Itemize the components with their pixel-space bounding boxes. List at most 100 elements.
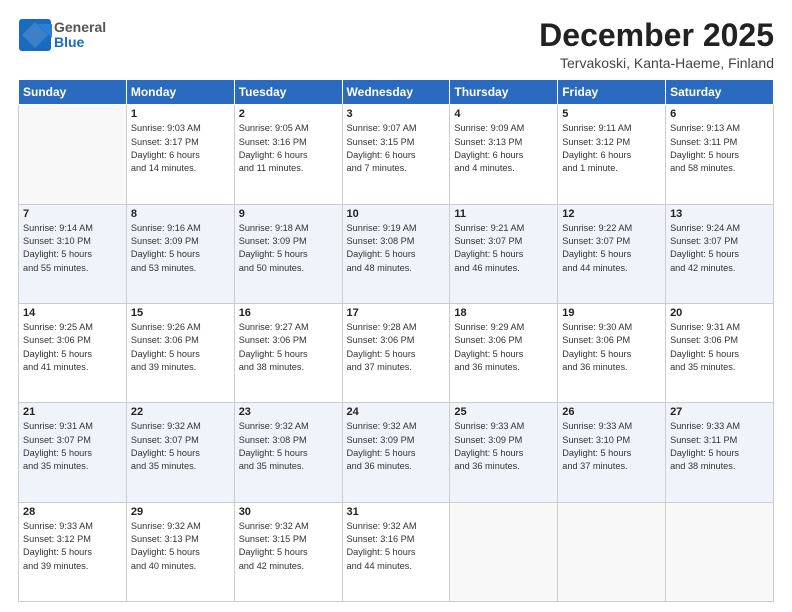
day-info: Sunrise: 9:32 AM Sunset: 3:08 PM Dayligh… (239, 420, 338, 473)
day-info: Sunrise: 9:33 AM Sunset: 3:10 PM Dayligh… (562, 420, 661, 473)
day-number: 21 (23, 406, 122, 418)
day-info: Sunrise: 9:25 AM Sunset: 3:06 PM Dayligh… (23, 321, 122, 374)
table-cell (558, 502, 666, 601)
day-number: 18 (454, 307, 553, 319)
day-number: 24 (347, 406, 446, 418)
day-info: Sunrise: 9:13 AM Sunset: 3:11 PM Dayligh… (670, 122, 769, 175)
col-monday: Monday (126, 80, 234, 105)
table-cell: 8 Sunrise: 9:16 AM Sunset: 3:09 PM Daylig… (126, 204, 234, 303)
page: General Blue December 2025 Tervakoski, K… (0, 0, 792, 612)
day-number: 6 (670, 108, 769, 120)
table-cell: 17 Sunrise: 9:28 AM Sunset: 3:06 PM Dayli… (342, 303, 450, 402)
table-cell: 13 Sunrise: 9:24 AM Sunset: 3:07 PM Dayli… (666, 204, 774, 303)
table-cell: 19 Sunrise: 9:30 AM Sunset: 3:06 PM Dayli… (558, 303, 666, 402)
day-info: Sunrise: 9:31 AM Sunset: 3:06 PM Dayligh… (670, 321, 769, 374)
day-number: 23 (239, 406, 338, 418)
table-cell: 14 Sunrise: 9:25 AM Sunset: 3:06 PM Dayli… (19, 303, 127, 402)
day-number: 31 (347, 506, 446, 518)
table-cell: 23 Sunrise: 9:32 AM Sunset: 3:08 PM Dayli… (234, 403, 342, 502)
day-number: 8 (131, 208, 230, 220)
table-cell: 28 Sunrise: 9:33 AM Sunset: 3:12 PM Dayli… (19, 502, 127, 601)
day-info: Sunrise: 9:21 AM Sunset: 3:07 PM Dayligh… (454, 222, 553, 275)
header: General Blue December 2025 Tervakoski, K… (18, 18, 774, 71)
table-cell: 3Sunrise: 9:07 AM Sunset: 3:15 PM Daylig… (342, 105, 450, 204)
table-cell: 24 Sunrise: 9:32 AM Sunset: 3:09 PM Dayli… (342, 403, 450, 502)
day-info: Sunrise: 9:32 AM Sunset: 3:16 PM Dayligh… (347, 520, 446, 573)
day-number: 19 (562, 307, 661, 319)
day-number: 1 (131, 108, 230, 120)
table-cell: 25 Sunrise: 9:33 AM Sunset: 3:09 PM Dayli… (450, 403, 558, 502)
day-info: Sunrise: 9:31 AM Sunset: 3:07 PM Dayligh… (23, 420, 122, 473)
table-cell: 30 Sunrise: 9:32 AM Sunset: 3:15 PM Dayli… (234, 502, 342, 601)
table-cell: 11 Sunrise: 9:21 AM Sunset: 3:07 PM Dayli… (450, 204, 558, 303)
day-number: 28 (23, 506, 122, 518)
table-cell: 10 Sunrise: 9:19 AM Sunset: 3:08 PM Dayli… (342, 204, 450, 303)
logo-blue: Blue (54, 35, 106, 50)
day-number: 10 (347, 208, 446, 220)
table-cell: 16Sunrise: 9:27 AM Sunset: 3:06 PM Dayli… (234, 303, 342, 402)
day-number: 16 (239, 307, 338, 319)
day-info: Sunrise: 9:32 AM Sunset: 3:15 PM Dayligh… (239, 520, 338, 573)
table-cell: 27 Sunrise: 9:33 AM Sunset: 3:11 PM Dayli… (666, 403, 774, 502)
day-info: Sunrise: 9:09 AM Sunset: 3:13 PM Dayligh… (454, 122, 553, 175)
day-number: 27 (670, 406, 769, 418)
col-thursday: Thursday (450, 80, 558, 105)
table-cell: 26 Sunrise: 9:33 AM Sunset: 3:10 PM Dayli… (558, 403, 666, 502)
day-number: 2 (239, 108, 338, 120)
day-number: 14 (23, 307, 122, 319)
col-wednesday: Wednesday (342, 80, 450, 105)
day-info: Sunrise: 9:05 AM Sunset: 3:16 PM Dayligh… (239, 122, 338, 175)
month-title: December 2025 (539, 18, 774, 53)
table-cell: 2 Sunrise: 9:05 AM Sunset: 3:16 PM Daylig… (234, 105, 342, 204)
day-info: Sunrise: 9:24 AM Sunset: 3:07 PM Dayligh… (670, 222, 769, 275)
logo: General Blue (18, 18, 106, 52)
day-number: 12 (562, 208, 661, 220)
day-info: Sunrise: 9:28 AM Sunset: 3:06 PM Dayligh… (347, 321, 446, 374)
day-info: Sunrise: 9:22 AM Sunset: 3:07 PM Dayligh… (562, 222, 661, 275)
day-info: Sunrise: 9:29 AM Sunset: 3:06 PM Dayligh… (454, 321, 553, 374)
day-number: 17 (347, 307, 446, 319)
day-number: 15 (131, 307, 230, 319)
day-number: 5 (562, 108, 661, 120)
day-info: Sunrise: 9:32 AM Sunset: 3:13 PM Dayligh… (131, 520, 230, 573)
day-info: Sunrise: 9:19 AM Sunset: 3:08 PM Dayligh… (347, 222, 446, 275)
title-block: December 2025 Tervakoski, Kanta-Haeme, F… (539, 18, 774, 71)
day-info: Sunrise: 9:30 AM Sunset: 3:06 PM Dayligh… (562, 321, 661, 374)
logo-icon (18, 18, 52, 52)
day-number: 9 (239, 208, 338, 220)
table-cell: 4Sunrise: 9:09 AM Sunset: 3:13 PM Daylig… (450, 105, 558, 204)
table-cell: 18 Sunrise: 9:29 AM Sunset: 3:06 PM Dayli… (450, 303, 558, 402)
col-sunday: Sunday (19, 80, 127, 105)
day-number: 11 (454, 208, 553, 220)
table-cell (19, 105, 127, 204)
day-info: Sunrise: 9:18 AM Sunset: 3:09 PM Dayligh… (239, 222, 338, 275)
day-info: Sunrise: 9:32 AM Sunset: 3:09 PM Dayligh… (347, 420, 446, 473)
day-info: Sunrise: 9:32 AM Sunset: 3:07 PM Dayligh… (131, 420, 230, 473)
day-info: Sunrise: 9:33 AM Sunset: 3:12 PM Dayligh… (23, 520, 122, 573)
col-saturday: Saturday (666, 80, 774, 105)
day-number: 26 (562, 406, 661, 418)
table-cell: 12 Sunrise: 9:22 AM Sunset: 3:07 PM Dayli… (558, 204, 666, 303)
day-number: 22 (131, 406, 230, 418)
day-number: 29 (131, 506, 230, 518)
day-info: Sunrise: 9:33 AM Sunset: 3:11 PM Dayligh… (670, 420, 769, 473)
day-number: 13 (670, 208, 769, 220)
table-cell: 6 Sunrise: 9:13 AM Sunset: 3:11 PM Daylig… (666, 105, 774, 204)
day-info: Sunrise: 9:26 AM Sunset: 3:06 PM Dayligh… (131, 321, 230, 374)
col-tuesday: Tuesday (234, 80, 342, 105)
day-info: Sunrise: 9:16 AM Sunset: 3:09 PM Dayligh… (131, 222, 230, 275)
table-cell: 22 Sunrise: 9:32 AM Sunset: 3:07 PM Dayli… (126, 403, 234, 502)
calendar-table: Sunday Monday Tuesday Wednesday Thursday… (18, 79, 774, 602)
day-number: 30 (239, 506, 338, 518)
table-cell: 31 Sunrise: 9:32 AM Sunset: 3:16 PM Dayli… (342, 502, 450, 601)
table-cell: 21 Sunrise: 9:31 AM Sunset: 3:07 PM Dayli… (19, 403, 127, 502)
day-info: Sunrise: 9:33 AM Sunset: 3:09 PM Dayligh… (454, 420, 553, 473)
table-cell: 20Sunrise: 9:31 AM Sunset: 3:06 PM Dayli… (666, 303, 774, 402)
table-cell: 5Sunrise: 9:11 AM Sunset: 3:12 PM Daylig… (558, 105, 666, 204)
day-info: Sunrise: 9:03 AM Sunset: 3:17 PM Dayligh… (131, 122, 230, 175)
table-cell (666, 502, 774, 601)
day-number: 25 (454, 406, 553, 418)
day-info: Sunrise: 9:07 AM Sunset: 3:15 PM Dayligh… (347, 122, 446, 175)
table-cell: 29 Sunrise: 9:32 AM Sunset: 3:13 PM Dayli… (126, 502, 234, 601)
logo-general: General (54, 20, 106, 35)
